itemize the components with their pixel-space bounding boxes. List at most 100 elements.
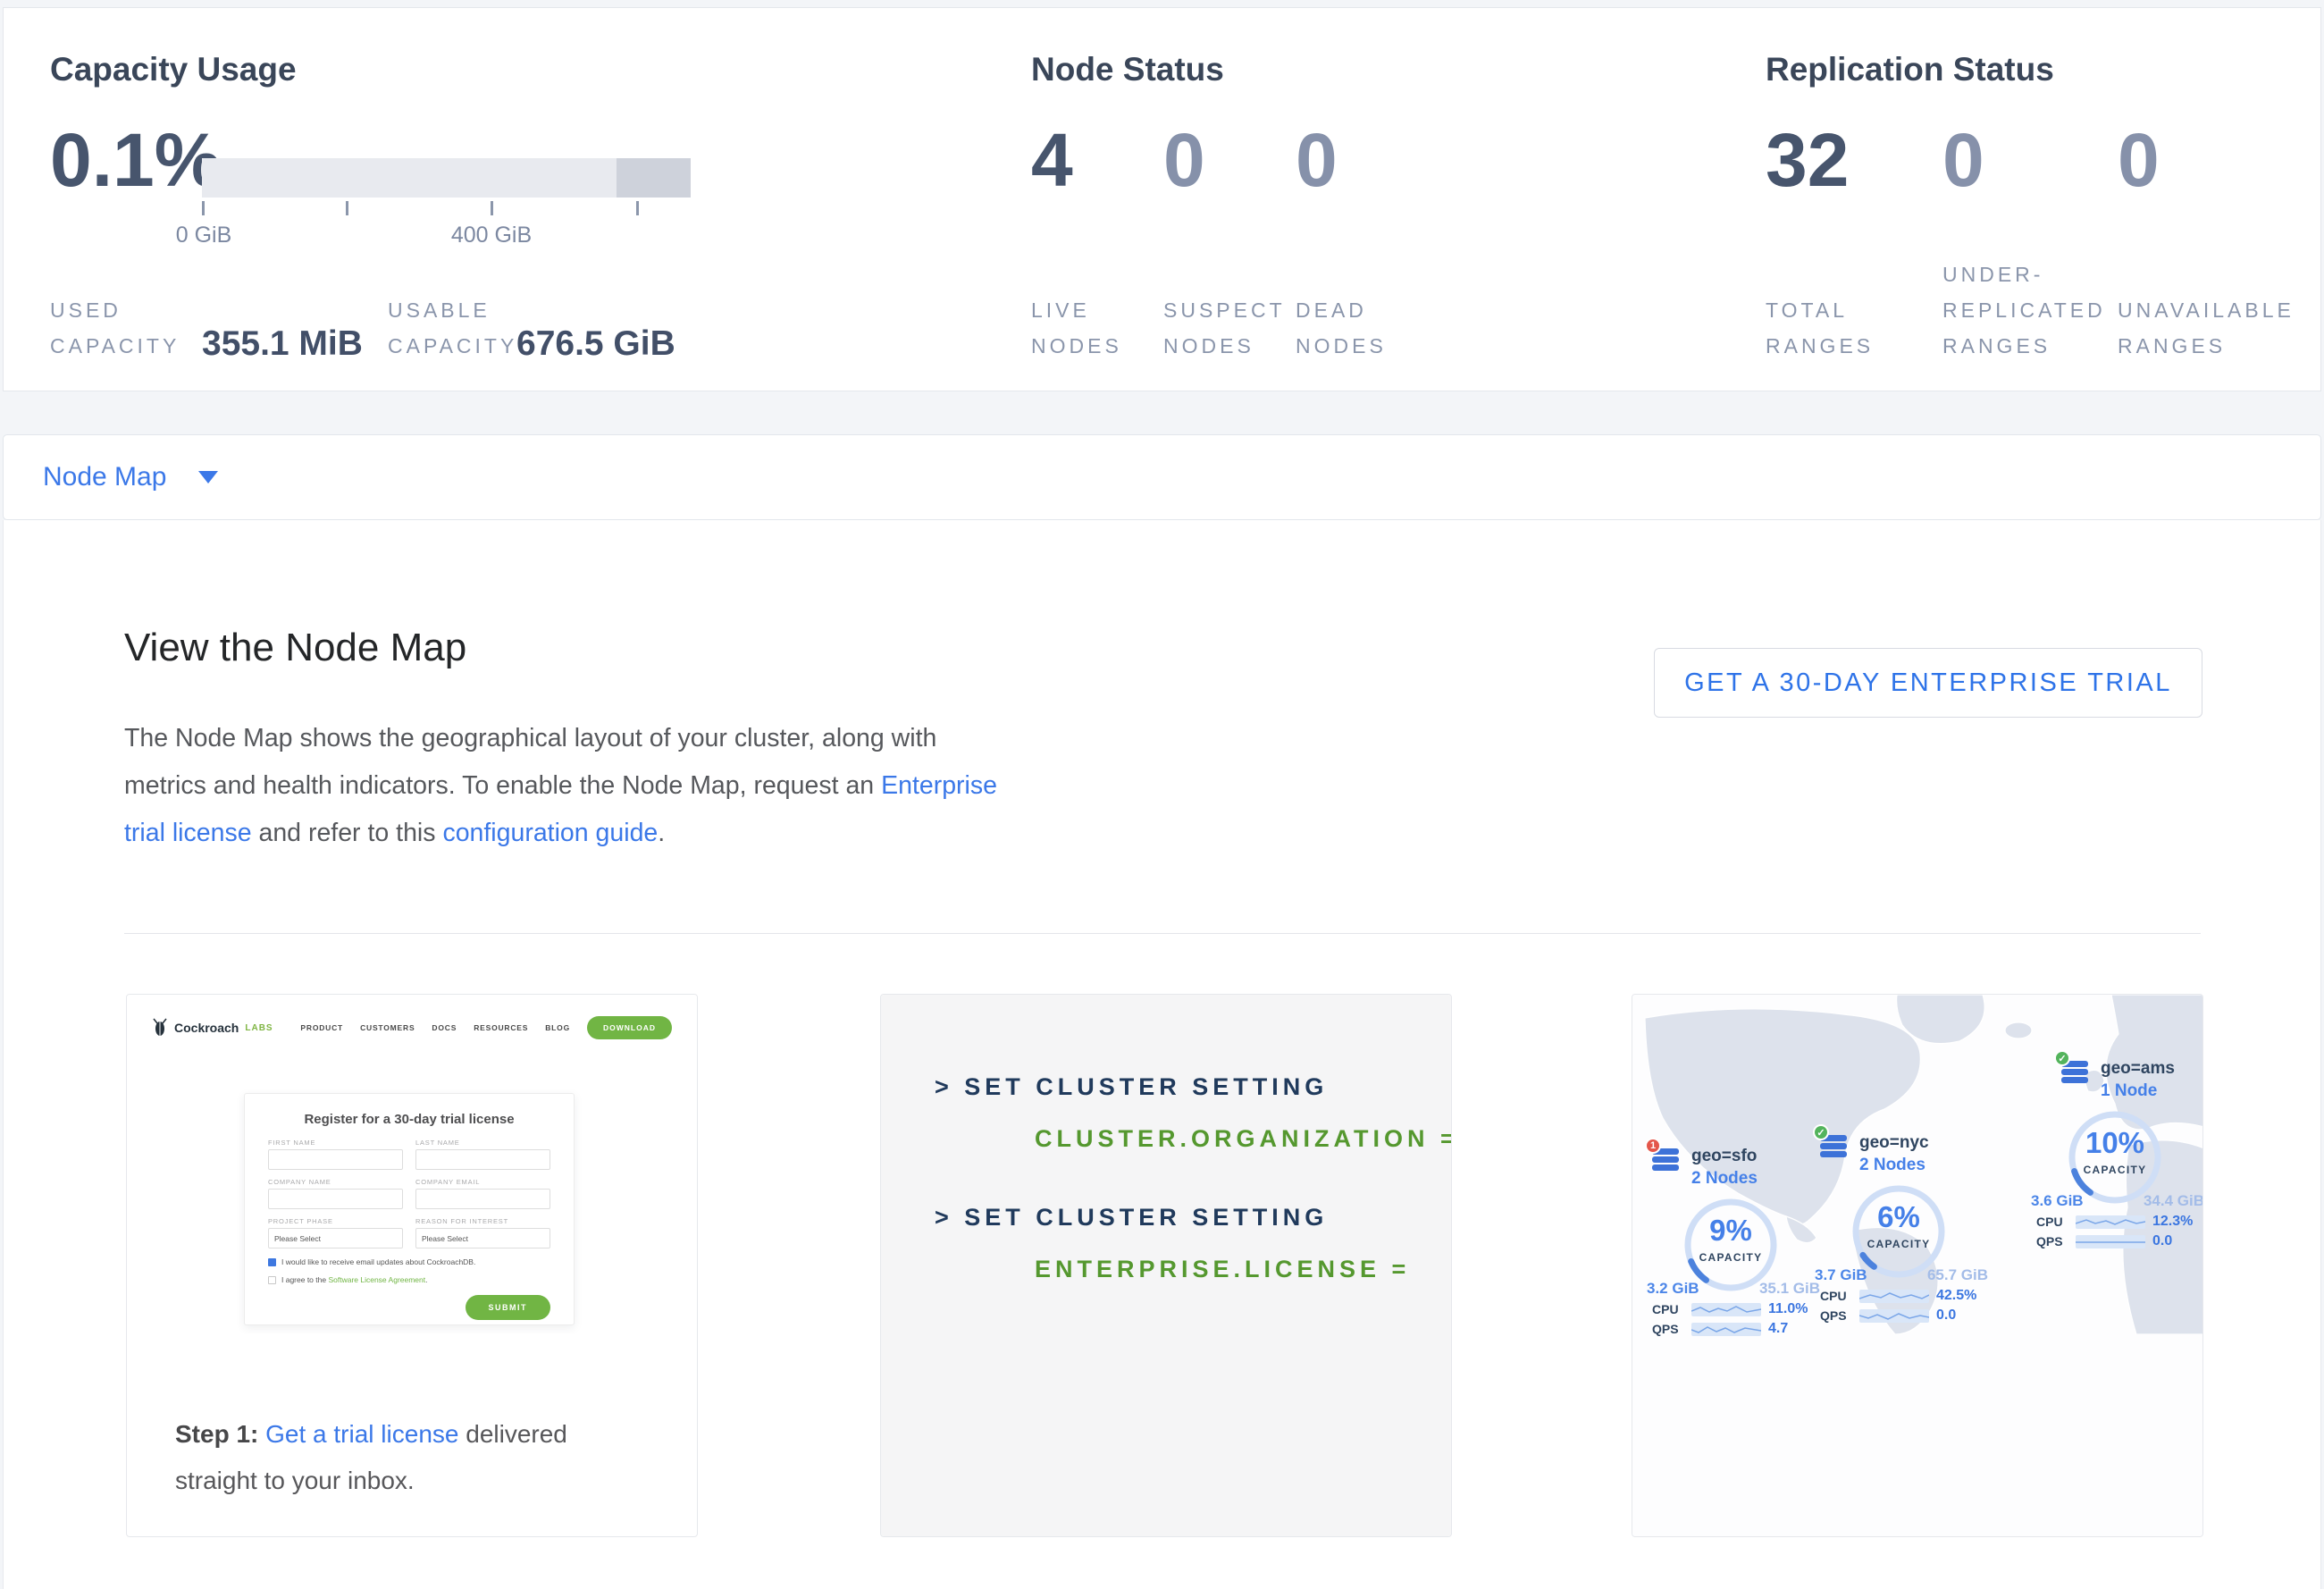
database-icon: ✓ — [2061, 1059, 2092, 1086]
live-nodes-value: 4 — [1031, 122, 1073, 198]
node-map-preview: 1 geo=sfo 2 Nodes 9% CAPACITY — [1632, 995, 2202, 1536]
trial-license-screenshot: Cockroach LABS PRODUCT CUSTOMERS DOCS RE… — [127, 995, 697, 1334]
suspect-nodes-label: SUSPECTNODES — [1163, 292, 1286, 364]
node-map-dropdown[interactable]: Node Map — [43, 462, 166, 492]
cockroach-logo-icon — [152, 1017, 168, 1038]
capacity-tick — [202, 201, 205, 215]
node-map-promo-panel: View the Node Map The Node Map shows the… — [3, 520, 2321, 1589]
company-name-field — [268, 1189, 403, 1209]
capacity-label: CAPACITY — [2036, 1164, 2194, 1176]
step-1-caption: Step 1: Get a trial license delivered st… — [127, 1334, 697, 1504]
error-badge-icon: 1 — [1645, 1138, 1661, 1154]
database-icon: ✓ — [1820, 1133, 1850, 1160]
page-title: View the Node Map — [124, 626, 466, 670]
field-label: FIRST NAME — [268, 1139, 403, 1147]
database-icon: 1 — [1652, 1147, 1682, 1173]
sql-commands-graphic: > SET CLUSTER SETTING CLUSTER.ORGANIZATI… — [881, 995, 1451, 1536]
qps-label: QPS — [1652, 1322, 1684, 1336]
step-2-caption: Step 2: Activate the trial license with … — [881, 1536, 1451, 1537]
nav-docs: DOCS — [432, 1023, 457, 1032]
capacity-usage-title: Capacity Usage — [50, 51, 297, 88]
capacity-used: 3.7 GiB — [1815, 1266, 1867, 1284]
trial-registration-form: Register for a 30-day trial license FIRS… — [244, 1093, 575, 1325]
checkbox-label: I agree to the Software License Agreemen… — [281, 1275, 428, 1284]
intro-text: . — [658, 819, 665, 847]
usable-capacity-value: 676.5 GiB — [516, 324, 675, 364]
locality-node-count: 1 Node — [2101, 1081, 2175, 1101]
get-trial-license-link[interactable]: Get a trial license — [265, 1420, 458, 1448]
qps-sparkline — [1859, 1309, 1929, 1323]
under-replicated-ranges-value: 0 — [1942, 122, 1984, 198]
capacity-total: 35.1 GiB — [1759, 1280, 1820, 1298]
used-capacity-label: USED CAPACITY — [50, 292, 180, 364]
capacity-used-percent: 0.1% — [50, 122, 221, 198]
capacity-label: CAPACITY — [1652, 1251, 1809, 1264]
view-selector-bar: Node Map — [3, 434, 2321, 520]
step-2-card: > SET CLUSTER SETTING CLUSTER.ORGANIZATI… — [880, 994, 1452, 1537]
capacity-percent: 10% — [2036, 1126, 2194, 1160]
intro-text: The Node Map shows the geographical layo… — [124, 724, 936, 800]
get-enterprise-trial-button[interactable]: GET A 30-DAY ENTERPRISE TRIAL — [1654, 648, 2202, 718]
qps-value: 0.0 — [2152, 1233, 2172, 1249]
unavailable-ranges-value: 0 — [2118, 122, 2160, 198]
nav-product: PRODUCT — [300, 1023, 343, 1032]
capacity-tick — [346, 201, 348, 215]
cluster-summary-panel: Capacity Usage 0.1% 0 GiB 400 GiB USED C… — [3, 7, 2321, 391]
step-3-caption: Step 3: Follow this guide to configure l… — [1632, 1536, 2202, 1537]
locality-marker-ams: ✓ geo=ams 1 Node 10% CAPACITY — [2036, 1059, 2194, 1249]
locality-marker-sfo: 1 geo=sfo 2 Nodes 9% CAPACITY — [1652, 1147, 1822, 1337]
step-1-card: Cockroach LABS PRODUCT CUSTOMERS DOCS RE… — [126, 994, 698, 1537]
cpu-value: 12.3% — [2152, 1214, 2193, 1230]
locality-node-count: 2 Nodes — [1691, 1169, 1758, 1189]
capacity-tick-label-400: 400 GiB — [451, 223, 532, 248]
healthy-badge-icon: ✓ — [1813, 1124, 1829, 1140]
used-capacity-value: 355.1 MiB — [202, 324, 363, 364]
unavailable-ranges-label: UNAVAILABLERANGES — [2118, 292, 2295, 364]
download-button: DOWNLOAD — [587, 1016, 672, 1039]
cpu-label: CPU — [1820, 1289, 1852, 1303]
configuration-guide-link[interactable]: configuration guide — [442, 819, 658, 847]
step-3-card: 1 geo=sfo 2 Nodes 9% CAPACITY — [1632, 994, 2203, 1537]
qps-value: 0.0 — [1936, 1307, 1956, 1324]
cockroach-labs-logo: Cockroach LABS — [152, 1017, 273, 1038]
cpu-label: CPU — [2036, 1215, 2068, 1229]
capacity-label: CAPACITY — [1820, 1238, 1977, 1250]
dead-nodes-value: 0 — [1296, 122, 1338, 198]
capacity-gauge: 10% CAPACITY 3.6 GiB 34.4 GiB — [2036, 1108, 2194, 1210]
field-label: PROJECT PHASE — [268, 1217, 403, 1225]
company-email-field — [415, 1189, 550, 1209]
under-replicated-ranges-label: UNDER- REPLICATED RANGES — [1942, 256, 2106, 364]
cpu-sparkline — [1859, 1290, 1929, 1303]
healthy-badge-icon: ✓ — [2054, 1050, 2070, 1066]
field-label: COMPANY EMAIL — [415, 1178, 550, 1186]
qps-label: QPS — [2036, 1234, 2068, 1248]
qps-sparkline — [1691, 1323, 1761, 1336]
cpu-label: CPU — [1652, 1302, 1684, 1316]
capacity-total: 34.4 GiB — [2144, 1192, 2202, 1210]
sql-line-3: > SET CLUSTER SETTING — [935, 1204, 1328, 1232]
cpu-value: 42.5% — [1936, 1288, 1976, 1304]
sql-line-2: CLUSTER.ORGANIZATION = — [1035, 1125, 1451, 1153]
qps-value: 4.7 — [1768, 1321, 1788, 1337]
capacity-bar-other-segment — [617, 158, 691, 198]
cpu-sparkline — [2076, 1215, 2145, 1229]
section-divider — [124, 933, 2201, 934]
chevron-down-icon[interactable] — [198, 471, 218, 483]
capacity-gauge: 6% CAPACITY 3.7 GiB 65.7 GiB — [1820, 1182, 1977, 1284]
locality-name: geo=sfo — [1691, 1147, 1758, 1166]
capacity-tick — [491, 201, 493, 215]
capacity-bar — [202, 158, 691, 198]
form-title: Register for a 30-day trial license — [268, 1112, 550, 1127]
last-name-field — [415, 1149, 550, 1170]
nav-resources: RESOURCES — [474, 1023, 528, 1032]
total-ranges-value: 32 — [1766, 122, 1849, 198]
nav-customers: CUSTOMERS — [360, 1023, 415, 1032]
suspect-nodes-value: 0 — [1163, 122, 1205, 198]
license-agreement-checkbox — [268, 1276, 276, 1284]
sql-line-1: > SET CLUSTER SETTING — [935, 1073, 1328, 1101]
replication-status-title: Replication Status — [1766, 51, 2054, 88]
sql-line-4: ENTERPRISE.LICENSE = — [1035, 1256, 1410, 1283]
submit-button: SUBMIT — [466, 1295, 551, 1320]
field-label: COMPANY NAME — [268, 1178, 403, 1186]
total-ranges-label: TOTALRANGES — [1766, 292, 1874, 364]
